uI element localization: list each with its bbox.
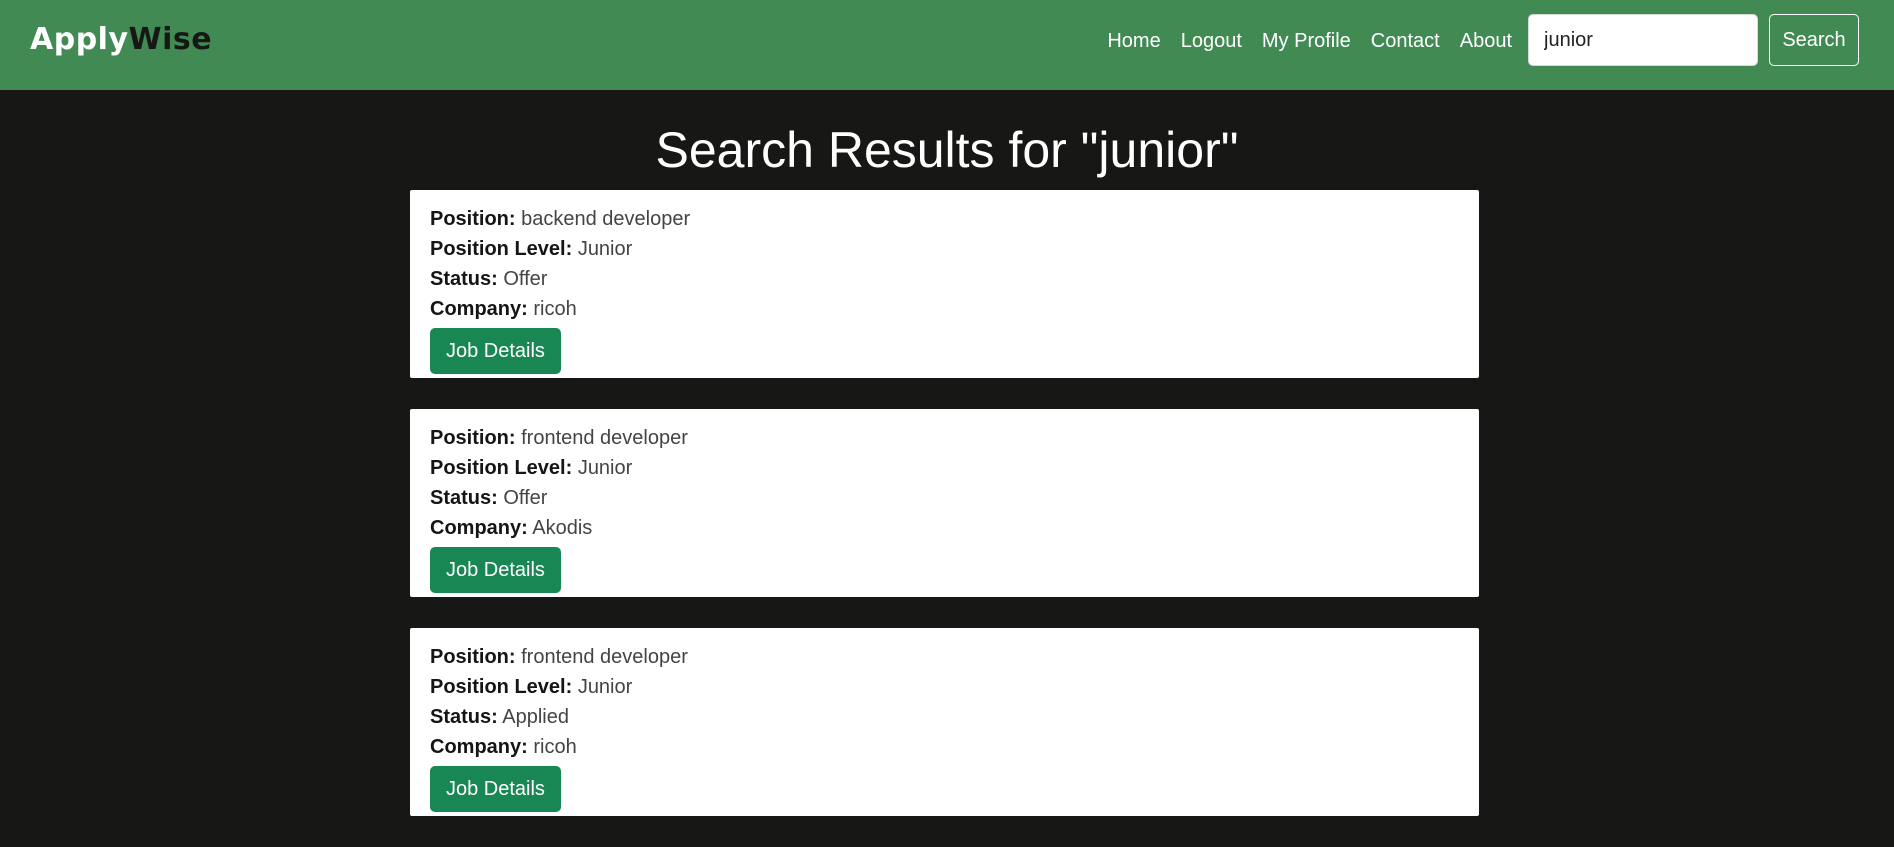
page-title: Search Results for "junior" — [655, 122, 1239, 178]
position-value: backend developer — [521, 208, 691, 230]
result-card: Position: frontend developer Position Le… — [410, 628, 1479, 816]
level-field: Position Level: Junior — [430, 234, 1459, 264]
position-field: Position: frontend developer — [430, 642, 1459, 672]
results-list: Position: backend developer Position Lev… — [410, 190, 1479, 847]
brand-wise: Wise — [128, 22, 213, 57]
level-value: Junior — [577, 457, 633, 479]
level-field: Position Level: Junior — [430, 672, 1459, 702]
position-field: Position: frontend developer — [430, 423, 1459, 453]
status-label: Status: — [430, 706, 498, 728]
result-card: Position: backend developer Position Lev… — [410, 190, 1479, 378]
company-field: Company: ricoh — [430, 732, 1459, 762]
brand-apply: Apply — [30, 22, 129, 57]
company-field: Company: Akodis — [430, 513, 1459, 543]
position-label: Position: — [430, 208, 516, 230]
level-label: Position Level: — [430, 676, 573, 698]
status-field: Status: Applied — [430, 702, 1459, 732]
company-value: ricoh — [533, 736, 577, 758]
nav-logout[interactable]: Logout — [1181, 26, 1242, 56]
nav-my-profile[interactable]: My Profile — [1262, 26, 1351, 56]
brand-logo[interactable]: ApplyWise — [30, 22, 212, 58]
job-details-button[interactable]: Job Details — [430, 766, 561, 812]
position-value: frontend developer — [521, 427, 688, 449]
status-value: Offer — [503, 487, 548, 509]
level-field: Position Level: Junior — [430, 453, 1459, 483]
job-details-button[interactable]: Job Details — [430, 328, 561, 374]
company-value: Akodis — [532, 517, 593, 539]
status-value: Offer — [503, 268, 548, 290]
navbar: ApplyWise Home Logout My Profile Contact… — [0, 0, 1894, 90]
status-label: Status: — [430, 268, 498, 290]
status-field: Status: Offer — [430, 264, 1459, 294]
nav-home[interactable]: Home — [1107, 26, 1160, 56]
status-field: Status: Offer — [430, 483, 1459, 513]
search-button[interactable]: Search — [1769, 14, 1859, 66]
company-label: Company: — [430, 736, 528, 758]
search-input[interactable] — [1528, 14, 1758, 66]
company-value: ricoh — [533, 298, 577, 320]
level-value: Junior — [577, 238, 633, 260]
company-label: Company: — [430, 298, 528, 320]
nav-about[interactable]: About — [1460, 26, 1512, 56]
nav-links: Home Logout My Profile Contact About — [1087, 26, 1512, 56]
company-field: Company: ricoh — [430, 294, 1459, 324]
level-label: Position Level: — [430, 457, 573, 479]
position-value: frontend developer — [521, 646, 688, 668]
level-label: Position Level: — [430, 238, 573, 260]
level-value: Junior — [577, 676, 633, 698]
position-label: Position: — [430, 427, 516, 449]
position-field: Position: backend developer — [430, 204, 1459, 234]
job-details-button[interactable]: Job Details — [430, 547, 561, 593]
company-label: Company: — [430, 517, 528, 539]
position-label: Position: — [430, 646, 516, 668]
status-label: Status: — [430, 487, 498, 509]
status-value: Applied — [502, 706, 569, 728]
nav-contact[interactable]: Contact — [1371, 26, 1440, 56]
result-card: Position: frontend developer Position Le… — [410, 409, 1479, 597]
